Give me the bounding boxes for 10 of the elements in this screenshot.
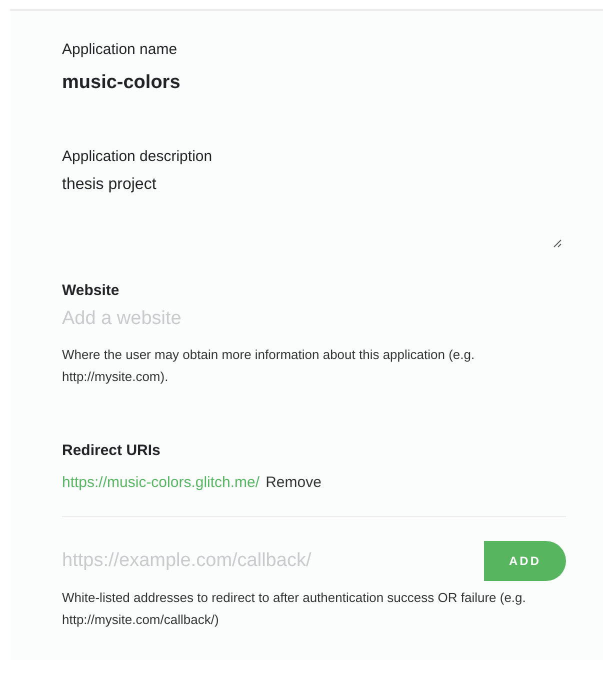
field-label: Website (62, 281, 120, 301)
field-label: Redirect URIs (62, 441, 162, 461)
description-field[interactable]: thesis project (62, 168, 566, 254)
field-label: Application description (62, 147, 214, 167)
remove-button[interactable]: Remove (266, 472, 322, 494)
resize-handle-icon[interactable] (553, 239, 562, 248)
help-text: White-listed addresses to redirect to after authentication success OR failure (e.g. http://mysite.com/callback/) (62, 589, 527, 629)
help-text: Where the user may obtain more information about this application (e.g. http://mysite.com). (62, 346, 476, 386)
field-label: Application name (62, 40, 178, 60)
app-name-value: music-colors (62, 71, 182, 95)
